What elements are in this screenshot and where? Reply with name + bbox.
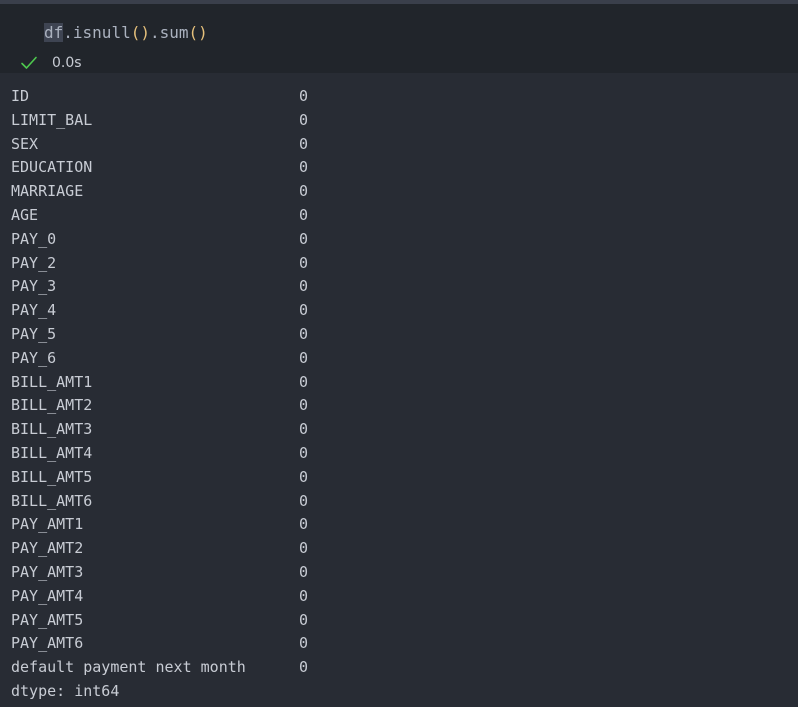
series-row: PAY_AMT6 0: [11, 632, 308, 656]
column-name: ID: [11, 87, 30, 105]
null-count: 0: [299, 539, 309, 558]
column-name: MARRIAGE: [11, 182, 84, 201]
column-name: PAY_AMT3: [11, 562, 84, 581]
series-row: PAY_AMT1 0: [11, 513, 308, 537]
series-row: BILL_AMT4 0: [11, 442, 308, 466]
dtype-line: dtype: int64: [11, 681, 120, 700]
series-row: LIMIT_BAL 0: [11, 109, 308, 133]
null-count: 0: [299, 634, 309, 653]
code-parens: (): [130, 23, 150, 42]
column-name: EDUCATION: [11, 158, 93, 177]
code-cell[interactable]: df.isnull().sum() 0.0s: [0, 4, 798, 73]
series-row: SEX 0: [11, 133, 308, 157]
null-count: 0: [299, 229, 309, 248]
null-count: 0: [299, 658, 309, 677]
null-count: 0: [299, 515, 309, 534]
null-count: 0: [299, 396, 309, 415]
column-name: BILL_AMT1: [11, 372, 93, 391]
code-line[interactable]: df.isnull().sum(): [44, 21, 208, 45]
code-variable: df: [44, 23, 64, 42]
column-name: PAY_AMT4: [11, 586, 84, 605]
null-count: 0: [299, 182, 309, 201]
column-name: PAY_3: [11, 277, 57, 296]
column-name: BILL_AMT3: [11, 420, 93, 439]
column-name: BILL_AMT2: [11, 396, 93, 415]
null-count: 0: [299, 324, 309, 343]
column-name: PAY_4: [11, 301, 57, 320]
null-count: 0: [299, 277, 309, 296]
null-count: 0: [299, 158, 309, 177]
series-row: PAY_3 0: [11, 275, 308, 299]
column-name: AGE: [11, 205, 39, 224]
null-count: 0: [299, 253, 309, 272]
null-count: 0: [299, 491, 309, 510]
code-dot: .: [63, 23, 73, 42]
null-count: 0: [299, 301, 309, 320]
series-row: PAY_AMT2 0: [11, 537, 308, 561]
series-row: BILL_AMT5 0: [11, 466, 308, 490]
series-row: default payment next month 0: [11, 656, 308, 680]
code-method-isnull: isnull: [72, 23, 131, 42]
series-row: MARRIAGE 0: [11, 180, 308, 204]
column-name: PAY_6: [11, 348, 57, 367]
column-name: BILL_AMT6: [11, 491, 93, 510]
null-count: 0: [299, 110, 309, 129]
series-row: PAY_6 0: [11, 347, 308, 371]
series-row: ID 0: [11, 85, 308, 109]
column-name: PAY_AMT5: [11, 610, 84, 629]
check-icon: [21, 56, 37, 69]
cell-output: ID 0 LIMIT_BAL 0 SEX 0 EDUCATION 0 MARRIAGE 0 AGE 0…: [11, 85, 308, 704]
column-name: PAY_AMT1: [11, 515, 84, 534]
null-count: 0: [299, 562, 309, 581]
null-count: 0: [299, 134, 309, 153]
series-row: PAY_AMT5 0: [11, 609, 308, 633]
series-row: EDUCATION 0: [11, 156, 308, 180]
null-count: 0: [299, 586, 309, 605]
series-row: PAY_4 0: [11, 299, 308, 323]
null-count: 0: [299, 87, 309, 105]
series-row: BILL_AMT2 0: [11, 394, 308, 418]
column-name: SEX: [11, 134, 39, 153]
null-count: 0: [299, 443, 309, 462]
column-name: BILL_AMT4: [11, 443, 93, 462]
column-name: PAY_0: [11, 229, 57, 248]
null-count: 0: [299, 372, 309, 391]
column-name: PAY_AMT6: [11, 634, 84, 653]
null-count: 0: [299, 205, 309, 224]
null-count: 0: [299, 467, 309, 486]
series-row: BILL_AMT6 0: [11, 490, 308, 514]
column-name: PAY_2: [11, 253, 57, 272]
null-count: 0: [299, 420, 309, 439]
series-row: PAY_5 0: [11, 323, 308, 347]
series-row: AGE 0: [11, 204, 308, 228]
code-method-sum: sum: [159, 23, 189, 42]
execution-status: 0.0s: [20, 51, 82, 75]
column-name: PAY_AMT2: [11, 539, 84, 558]
series-row: BILL_AMT1 0: [11, 371, 308, 395]
null-count: 0: [299, 348, 309, 367]
series-row: PAY_AMT3 0: [11, 561, 308, 585]
column-name: PAY_5: [11, 324, 57, 343]
execution-time: 0.0s: [52, 55, 82, 71]
column-name: BILL_AMT5: [11, 467, 93, 486]
series-output: ID 0 LIMIT_BAL 0 SEX 0 EDUCATION 0 MARRIAGE 0 AGE 0…: [11, 85, 308, 680]
series-row: PAY_2 0: [11, 252, 308, 276]
code-dot: .: [149, 23, 160, 42]
code-parens: (): [188, 23, 208, 42]
series-row: BILL_AMT3 0: [11, 418, 308, 442]
column-name: LIMIT_BAL: [11, 110, 93, 129]
series-row: PAY_AMT4 0: [11, 585, 308, 609]
series-row: PAY_0 0: [11, 228, 308, 252]
column-name: default payment next month: [11, 658, 246, 677]
null-count: 0: [299, 610, 309, 629]
